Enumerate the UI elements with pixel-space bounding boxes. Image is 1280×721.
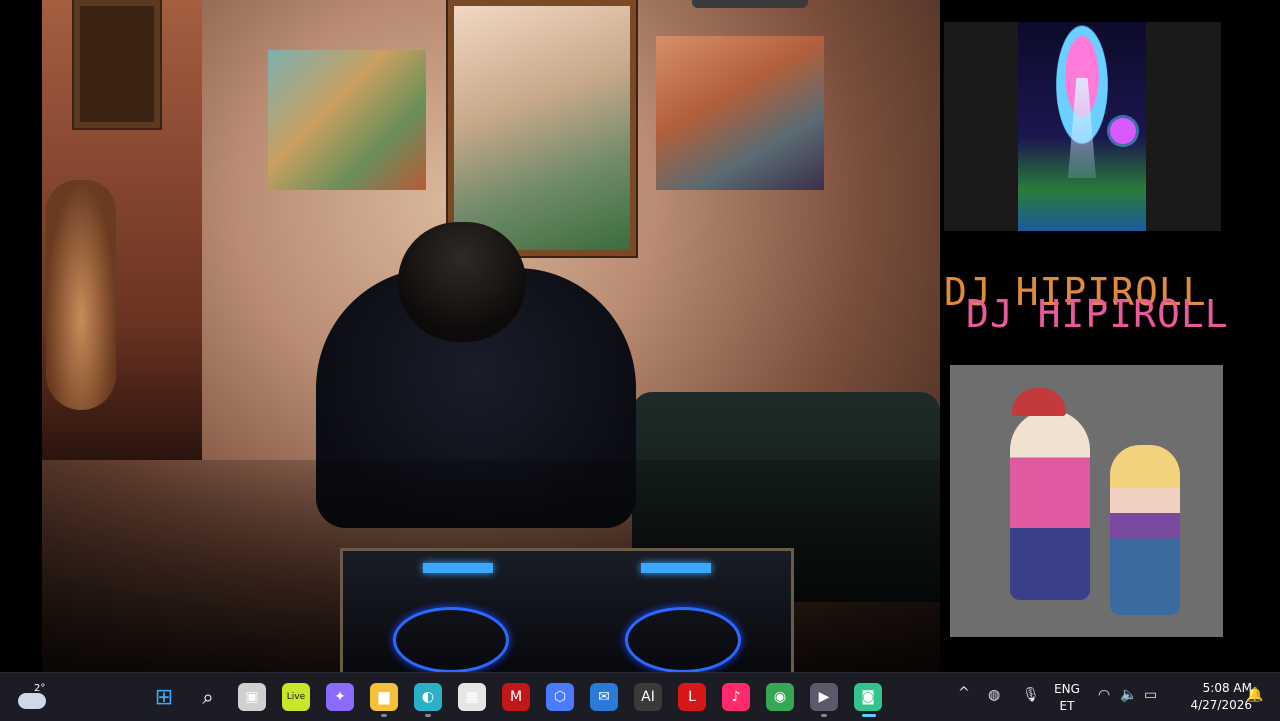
task-view-icon[interactable]: ▣	[238, 683, 266, 711]
notifications-icon[interactable]: 🔔	[1246, 687, 1263, 703]
streamlabs-icon[interactable]: ◙	[854, 683, 882, 711]
mcafee-icon[interactable]: M	[502, 683, 530, 711]
planet-icon	[1110, 118, 1136, 144]
chrome-icon[interactable]: ◉	[766, 683, 794, 711]
file-explorer-icon[interactable]: ▆	[370, 683, 398, 711]
cartoon-guy	[1010, 410, 1090, 600]
wifi-icon[interactable]: ◠	[1098, 687, 1110, 703]
jog-wheel-right	[625, 607, 741, 672]
cartoon-girl	[1110, 445, 1180, 615]
taskbar: 2° ⊞ ⌕ ▣ Live ✦ ▆ ◐ ▦ M ⬡ ✉ AI L ♪ ◉ ▶ ◙ ^ ◍ 🎙 ENG ET ◠ …	[0, 672, 1280, 721]
running-indicator	[381, 714, 387, 717]
webcam-video-feed	[0, 0, 940, 672]
small-frame	[74, 0, 160, 128]
jog-wheel-left	[393, 607, 509, 672]
guitar	[46, 180, 116, 410]
running-indicator	[862, 714, 876, 717]
wall-painting-center	[448, 0, 636, 256]
dj-head-headphones	[398, 222, 526, 342]
controller-pads-right	[641, 563, 711, 573]
live-app-icon[interactable]: Live	[282, 683, 310, 711]
controller-pads-left	[423, 563, 493, 573]
clock-time: 5:08 AM	[1202, 681, 1252, 695]
outlook-icon[interactable]: ✉	[590, 683, 618, 711]
keyboard-layout: ET	[1059, 699, 1075, 713]
battery-icon[interactable]: ▭	[1144, 687, 1157, 703]
ai-app-icon[interactable]: AI	[634, 683, 662, 711]
search-icon[interactable]: ⌕	[194, 683, 222, 711]
store-icon[interactable]: ▦	[458, 683, 486, 711]
copilot-icon[interactable]: ✦	[326, 683, 354, 711]
running-indicator	[425, 714, 431, 717]
l-app-icon[interactable]: L	[678, 683, 706, 711]
language-code: ENG	[1054, 682, 1080, 696]
dj-controller	[340, 548, 794, 672]
network-security-icon[interactable]: ◍	[988, 687, 1000, 703]
weather-widget[interactable]: 2°	[16, 681, 56, 713]
edge-icon[interactable]: ◐	[414, 683, 442, 711]
running-indicator	[821, 714, 827, 717]
dj-title: DJ HIPIROLL	[966, 292, 1229, 336]
window-drag-handle[interactable]	[692, 0, 808, 8]
volume-icon[interactable]: 🔈	[1120, 687, 1137, 703]
microphone-icon[interactable]: 🎙	[1022, 687, 1040, 703]
partly-cloudy-icon	[18, 693, 46, 709]
clock-date: 4/27/2026	[1190, 698, 1252, 712]
media-player-icon[interactable]: ▶	[810, 683, 838, 711]
weather-temp: 2°	[34, 683, 46, 694]
tray-chevron-icon[interactable]: ^	[958, 685, 970, 701]
language-indicator[interactable]: ENG ET	[1050, 681, 1084, 715]
wall-painting-left	[268, 50, 426, 190]
clock[interactable]: 5:08 AM 4/27/2026	[1178, 680, 1252, 714]
start-icon[interactable]: ⊞	[150, 683, 178, 711]
wall-painting-right	[656, 36, 824, 190]
app-shield-icon[interactable]: ⬡	[546, 683, 574, 711]
tiktok-icon[interactable]: ♪	[722, 683, 750, 711]
